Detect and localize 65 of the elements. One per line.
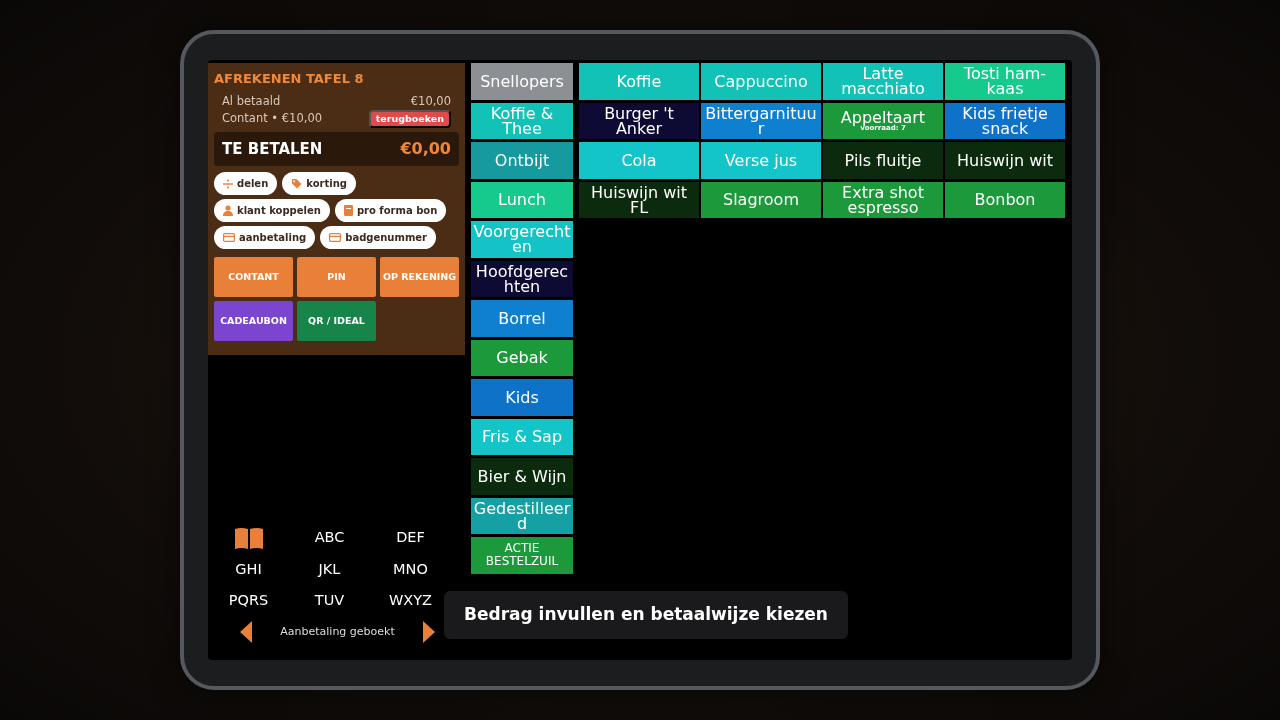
due-label: TE BETALEN: [222, 138, 323, 160]
action-chip[interactable]: klant koppelen: [214, 199, 330, 222]
panel-title: AFREKENEN TAFEL 8: [214, 70, 365, 88]
keypad-key[interactable]: JKL: [318, 558, 341, 581]
action-chip[interactable]: aanbetaling: [214, 226, 316, 249]
category-button[interactable]: Ontbijt: [471, 142, 573, 179]
category-button[interactable]: Borrel: [471, 300, 573, 337]
category-button[interactable]: Bier & Wijn: [471, 458, 573, 495]
action-chip[interactable]: pro forma bon: [334, 199, 447, 222]
product-button[interactable]: Cappuccino: [701, 63, 821, 100]
category-button[interactable]: Voorgerechten: [471, 221, 573, 258]
book-icon[interactable]: [233, 526, 264, 549]
category-button[interactable]: Gedestilleerd: [471, 497, 573, 534]
product-button[interactable]: Verse jus: [701, 142, 821, 179]
payment-method-button[interactable]: PIN: [297, 257, 376, 297]
keypad-key[interactable]: TUV: [314, 590, 345, 612]
action-chip[interactable]: badgenummer: [320, 226, 436, 249]
product-button[interactable]: Bittergarnituur: [701, 102, 821, 139]
paid-label: Al betaald: [222, 92, 281, 110]
product-button[interactable]: Huiswijn wit FL: [579, 181, 699, 218]
person-icon: [223, 205, 233, 216]
product-button[interactable]: Burger 't Anker: [579, 102, 699, 139]
keypad-key[interactable]: PQRS: [228, 590, 269, 612]
product-button[interactable]: Slagroom: [701, 181, 821, 218]
category-button[interactable]: Kids: [471, 379, 573, 416]
product-button[interactable]: Bonbon: [945, 181, 1065, 218]
payment-method-button[interactable]: OP REKENING: [380, 257, 459, 297]
product-button[interactable]: Latte macchiato: [823, 63, 943, 100]
next-icon[interactable]: [421, 620, 437, 644]
card-icon: [223, 233, 235, 242]
previous-icon[interactable]: [238, 620, 254, 644]
keypad-key[interactable]: ABC: [314, 526, 345, 549]
product-button[interactable]: Tosti ham-kaas: [945, 63, 1065, 100]
payment-method-button[interactable]: CADEAUBON: [214, 301, 293, 341]
divide-icon: [223, 178, 233, 189]
product-button[interactable]: Koffie: [579, 63, 699, 100]
product-button[interactable]: Kids frietje snack: [945, 102, 1065, 139]
category-button[interactable]: Gebak: [471, 339, 573, 376]
keypad-key[interactable]: WXYZ: [388, 590, 433, 612]
keypad-key[interactable]: MNO: [393, 558, 428, 581]
payment-method-button[interactable]: CONTANT: [214, 257, 293, 297]
due-amount: €0,00: [400, 138, 451, 160]
receipt-icon: [343, 205, 353, 216]
undo-button[interactable]: terugboeken: [368, 109, 451, 128]
category-button[interactable]: Lunch: [471, 181, 573, 218]
product-button[interactable]: Pils fluitje: [823, 142, 943, 179]
category-button[interactable]: Hoofdgerechten: [471, 260, 573, 297]
product-button[interactable]: Huiswijn wit: [945, 142, 1065, 179]
payment-method-button[interactable]: QR / IDEAL: [297, 301, 376, 341]
card-icon: [329, 233, 342, 242]
action-chip[interactable]: korting: [282, 172, 356, 195]
keypad-key[interactable]: DEF: [396, 526, 425, 549]
category-button[interactable]: Fris & Sap: [471, 418, 573, 455]
tag-icon: [291, 178, 303, 189]
tooltip: Bedrag invullen en betaalwijze kiezen: [444, 591, 848, 639]
category-button[interactable]: Koffie & Thee: [471, 102, 573, 139]
status-message: Aanbetaling geboekt: [280, 623, 395, 640]
category-button[interactable]: Snellopers: [471, 63, 573, 100]
category-button[interactable]: ACTIE BESTELZUIL: [471, 537, 573, 574]
paid-amount: €10,00: [410, 92, 451, 110]
action-chip[interactable]: delen: [214, 172, 278, 195]
product-button[interactable]: Cola: [579, 142, 699, 179]
payment-line: Contant • €10,00: [222, 110, 323, 128]
product-button[interactable]: Extra shot espresso: [823, 181, 943, 218]
keypad-key[interactable]: GHI: [235, 558, 262, 581]
